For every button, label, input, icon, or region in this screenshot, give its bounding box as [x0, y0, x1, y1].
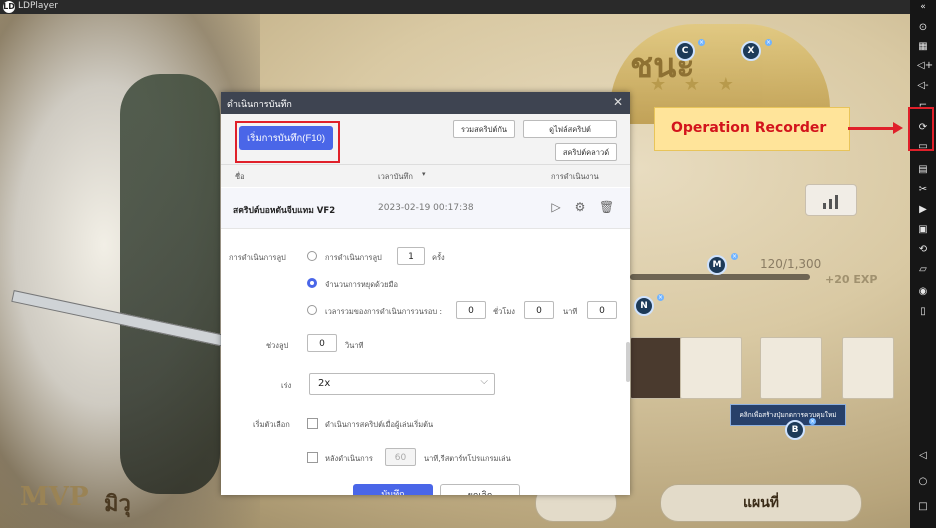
exp-bar — [630, 274, 810, 280]
callout-arrow — [848, 127, 896, 130]
table-header: ชื่อ เวลาบันทึก ▾ การดำเนินงาน — [221, 164, 630, 187]
key-b-remove-icon[interactable]: × — [809, 418, 816, 425]
dialog-header: ดำเนินการบันทึก ✕ — [221, 92, 630, 114]
callout-label: Operation Recorder — [671, 120, 827, 136]
loop-count-label: การดำเนินการลูป — [325, 253, 382, 262]
video-icon[interactable]: ▶ — [917, 204, 929, 216]
character-armor — [120, 74, 220, 494]
speed-value: 2x — [318, 378, 331, 389]
key-x-remove-icon[interactable]: × — [765, 39, 772, 46]
script-name: สคริปต์บอหดันจีบแทม VF2 — [233, 206, 336, 216]
run-on-start-checkbox[interactable] — [307, 418, 318, 429]
restart-after-prefix: หลังดำเนินการ — [325, 454, 373, 463]
rotate-icon[interactable]: ⟲ — [917, 244, 929, 256]
scissors-icon[interactable]: ✂ — [917, 184, 929, 196]
map-button[interactable]: แผนที่ — [660, 484, 862, 522]
key-n-badge[interactable]: N — [634, 296, 654, 316]
mvp-player-name: มิวุ — [104, 492, 131, 517]
operation-recorder-callout: Operation Recorder — [654, 107, 850, 151]
hours-unit: ชั่วโมง — [493, 307, 515, 316]
key-n-remove-icon[interactable]: × — [657, 294, 664, 301]
interval-unit: วินาที — [345, 341, 364, 350]
column-actions: การดำเนินงาน — [551, 172, 599, 181]
ldplayer-logo-icon: LD — [3, 1, 15, 13]
loop-count-input[interactable]: 1 — [397, 247, 425, 265]
key-b-badge[interactable]: B — [785, 420, 805, 440]
save-button[interactable]: บันทึก — [353, 484, 433, 495]
hours-input[interactable]: 0 — [456, 301, 486, 319]
key-c-remove-icon[interactable]: × — [698, 39, 705, 46]
restart-minutes-input[interactable]: 60 — [385, 448, 416, 466]
speed-label: เร่ง — [281, 381, 292, 390]
exp-bonus-text: +20 EXP — [825, 273, 878, 286]
column-time[interactable]: เวลาบันทึก — [378, 171, 413, 183]
start-options-label: เริ่มตัวเลือก — [253, 420, 290, 429]
dialog-title: ดำเนินการบันทึก — [227, 100, 292, 110]
keyboard-icon[interactable]: ⊙ — [917, 22, 929, 34]
mvp-text: MVP — [20, 482, 89, 512]
restart-after-checkbox[interactable] — [307, 452, 318, 463]
macro-icon[interactable]: ▤ — [917, 164, 929, 176]
interval-input[interactable]: 0 — [307, 334, 337, 352]
apk-icon[interactable]: ▣ — [917, 224, 929, 236]
gear-icon[interactable]: ⚙ — [573, 200, 587, 214]
location-icon[interactable]: ◉ — [917, 286, 929, 298]
play-icon[interactable]: ▷ — [549, 200, 563, 214]
volume-up-icon[interactable]: ◁+ — [917, 60, 933, 72]
cloud-scripts-button[interactable]: สคริปต์คลาวด์ — [555, 143, 617, 161]
folder-icon[interactable]: ▱ — [917, 264, 929, 276]
back-icon[interactable]: ◁ — [917, 450, 929, 462]
shake-icon[interactable]: ▯ — [917, 306, 929, 318]
exp-progress-text: 120/1,300 — [760, 257, 822, 271]
collapse-sidebar-icon[interactable]: « — [917, 1, 929, 13]
grid-icon[interactable]: ▦ — [917, 41, 929, 53]
minutes-unit: นาที — [563, 307, 578, 316]
scrollbar[interactable] — [626, 342, 630, 382]
script-time: 2023-02-19 00:17:38 — [378, 203, 474, 213]
speed-select[interactable]: 2x ⌵ — [309, 373, 495, 395]
seconds-input[interactable]: 0 — [587, 301, 617, 319]
recorder-dialog: ดำเนินการบันทึก ✕ เริ่มการบันทึก(F10) รว… — [221, 92, 630, 495]
chevron-down-icon: ⌵ — [480, 376, 488, 387]
interval-label: ช่วงลูป — [266, 341, 289, 350]
item-slot[interactable] — [680, 337, 742, 399]
item-slot[interactable] — [760, 337, 822, 399]
start-button-highlight — [235, 121, 340, 163]
restart-after-suffix: นาที,รีสตาร์ทโปรแกรมเล่น — [424, 454, 511, 463]
cancel-button[interactable]: ยกเลิก — [440, 484, 520, 495]
view-script-files-button[interactable]: ดูไฟล์สคริปต์ — [523, 120, 617, 138]
minutes-input[interactable]: 0 — [524, 301, 554, 319]
key-m-remove-icon[interactable]: × — [731, 253, 738, 260]
close-icon[interactable]: ✕ — [613, 95, 623, 109]
merge-scripts-button[interactable]: รวมสคริปต์กัน — [453, 120, 515, 138]
title-bar: LD LDPlayer — [0, 0, 910, 14]
divider — [221, 228, 630, 229]
manual-stop-label: จำนวนการหยุดด้วยมือ — [325, 280, 398, 289]
sort-down-icon[interactable]: ▾ — [422, 170, 426, 178]
run-on-start-label: ดำเนินการสคริปต์เมื่อผู้เล่นเริ่มต้น — [325, 420, 434, 429]
stats-button[interactable] — [805, 184, 857, 216]
app-title: LDPlayer — [18, 1, 58, 11]
total-time-radio[interactable] — [307, 305, 317, 315]
callout-arrow-head — [893, 122, 903, 134]
item-slot[interactable] — [842, 337, 894, 399]
manual-stop-radio[interactable] — [307, 278, 317, 288]
trash-icon[interactable]: 🗑 — [599, 200, 614, 214]
key-c-badge[interactable]: C — [675, 41, 695, 61]
loop-label: การดำเนินการลูป — [229, 253, 286, 262]
column-name: ชื่อ — [235, 172, 245, 181]
recent-icon[interactable]: □ — [917, 501, 929, 513]
total-time-label: เวลารวมของการดำเนินการวนรอบ : — [325, 307, 443, 316]
volume-down-icon[interactable]: ◁- — [917, 80, 929, 92]
key-x-badge[interactable]: X — [741, 41, 761, 61]
loop-count-radio[interactable] — [307, 251, 317, 261]
stars: ★ ★ ★ — [650, 74, 740, 95]
home-icon[interactable]: ○ — [917, 476, 929, 488]
loop-count-unit: ครั้ง — [432, 253, 445, 262]
key-m-badge[interactable]: M — [707, 255, 727, 275]
recorder-highlight-box — [908, 107, 934, 151]
